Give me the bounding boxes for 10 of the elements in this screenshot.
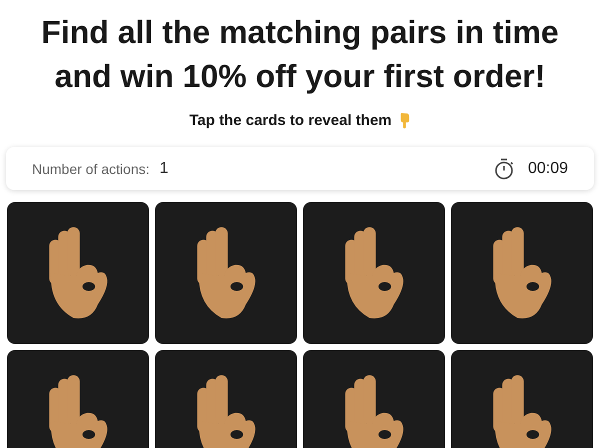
headline: Find all the matching pairs in time and win 10% off your first order! [40, 13, 560, 96]
actions-label: Number of actions: [32, 160, 150, 176]
memory-card[interactable] [155, 202, 297, 344]
memory-card[interactable] [7, 202, 149, 344]
instruction-text: Tap the cards to reveal them [189, 112, 392, 129]
memory-card[interactable] [451, 202, 593, 344]
memory-card[interactable] [303, 202, 445, 344]
actions-count: 1 [160, 160, 168, 178]
stopwatch-icon [494, 158, 514, 180]
timer: 00:09 [528, 160, 568, 178]
